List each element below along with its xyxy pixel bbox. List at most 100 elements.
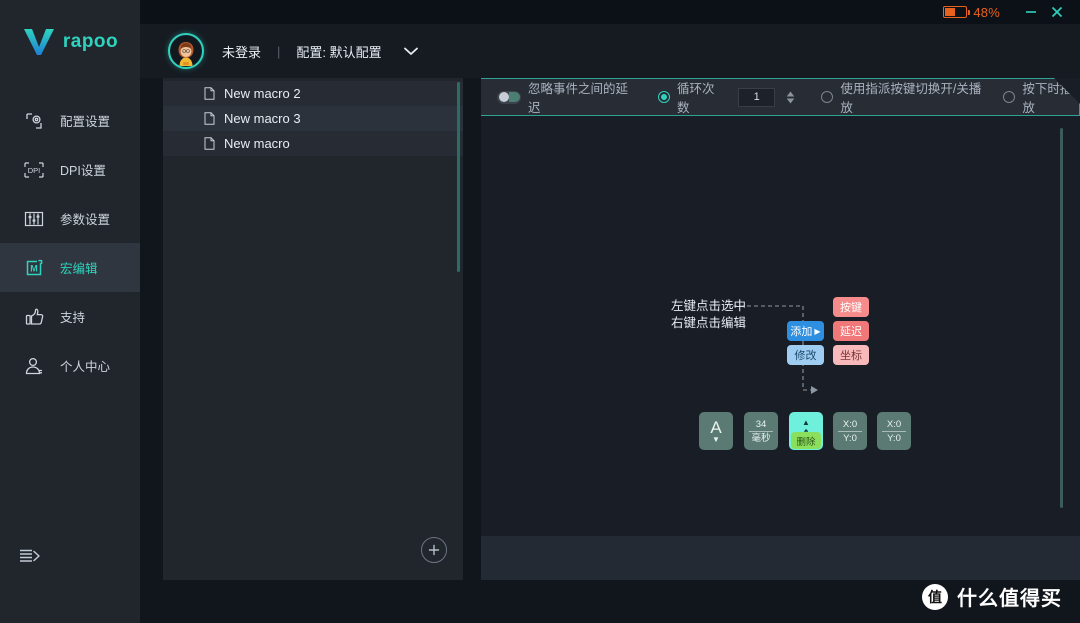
editor-footer-bar	[481, 536, 1080, 580]
list-item[interactable]: New macro	[163, 131, 463, 156]
submenu-coordinate-button[interactable]: 坐标	[833, 345, 869, 365]
watermark: 值 什么值得买	[922, 582, 1062, 611]
loop-count-control[interactable]: 循环次数 1	[658, 78, 795, 116]
toggle-key-playback-radio[interactable]	[821, 91, 833, 103]
macro-list: New macro 2 New macro 3 New macro	[163, 78, 463, 166]
sidebar-item-label: 宏编辑	[60, 262, 98, 276]
document-icon	[204, 136, 216, 151]
user-account-icon	[22, 354, 46, 378]
context-menu-add-button[interactable]: 添加 ▶	[787, 321, 824, 341]
loop-count-stepper[interactable]	[786, 91, 795, 104]
sidebar-item-label: 个人中心	[60, 360, 111, 374]
macro-list-panel: New macro 2 New macro 3 New macro	[163, 78, 463, 580]
sidebar-item-dpi-settings[interactable]: DPI DPI设置	[0, 145, 140, 194]
remove-event-button[interactable]: 删除	[791, 432, 821, 449]
document-icon	[204, 86, 216, 101]
macro-editor-panel: 忽略事件之间的延迟 循环次数 1 使用指派按键切换开/关播放 按下时播放 左键点…	[481, 78, 1080, 580]
watermark-text: 什么值得买	[957, 588, 1062, 610]
header-divider: |	[277, 43, 281, 59]
document-icon	[204, 111, 216, 126]
chevron-down-icon[interactable]	[402, 42, 420, 60]
macro-name: New macro 3	[224, 111, 301, 126]
editor-hint-text: 左键点击选中 右键点击编辑	[671, 298, 801, 332]
battery-percent-label: 48%	[973, 4, 1000, 20]
list-item[interactable]: New macro 3	[163, 106, 463, 131]
ignore-delay-control[interactable]: 忽略事件之间的延迟	[497, 78, 632, 116]
login-state-label[interactable]: 未登录	[222, 42, 261, 61]
profile-settings-icon	[22, 109, 46, 133]
title-bar: 48%	[140, 0, 1080, 24]
spinner-down-icon	[786, 98, 795, 104]
event-card-coordinate[interactable]: X:0 Y:0	[833, 412, 867, 450]
coordinate-y-label: Y:0	[843, 432, 857, 444]
submenu-delay-button[interactable]: 延迟	[833, 321, 869, 341]
dpi-settings-icon: DPI	[22, 158, 46, 182]
submenu-arrow-icon: ▶	[814, 326, 821, 336]
hold-to-play-radio[interactable]	[1003, 91, 1015, 103]
loop-count-input[interactable]: 1	[738, 88, 775, 107]
delay-unit-label: 毫秒	[751, 432, 771, 444]
brand-name: rapoo	[62, 31, 119, 52]
coordinate-x-label: X:0	[842, 418, 858, 430]
sidebar-nav: 配置设置 DPI DPI设置 参数设置 M 宏编辑 支持 个人中心	[0, 96, 140, 390]
battery-status: 48%	[943, 5, 1000, 20]
context-menu-modify-button[interactable]: 修改	[787, 345, 824, 365]
hint-line-2: 右键点击编辑	[671, 316, 747, 330]
ignore-delay-label: 忽略事件之间的延迟	[528, 82, 629, 115]
hold-to-play-label: 按下时播放	[1022, 82, 1073, 115]
add-macro-button[interactable]	[421, 537, 447, 563]
spinner-up-icon	[786, 91, 795, 97]
macro-editor-icon: M	[22, 256, 46, 280]
sidebar-item-user-account[interactable]: 个人中心	[0, 341, 140, 390]
coordinate-x-label: X:0	[886, 418, 902, 430]
toggle-key-playback-control[interactable]: 使用指派按键切换开/关播放	[821, 78, 981, 116]
hold-to-play-control[interactable]: 按下时播放	[1003, 78, 1079, 116]
event-card-coordinate[interactable]: X:0 Y:0	[877, 412, 911, 450]
canvas-scrollbar[interactable]	[1060, 128, 1063, 508]
watermark-badge: 值	[922, 583, 948, 610]
parameter-settings-icon	[22, 207, 46, 231]
svg-text:M: M	[30, 263, 38, 273]
ignore-delay-toggle[interactable]	[497, 91, 521, 104]
sidebar-item-profile-settings[interactable]: 配置设置	[0, 96, 140, 145]
rapoo-v-logo-icon	[23, 29, 54, 55]
submenu-key-button[interactable]: 按键	[833, 297, 869, 317]
key-down-arrow-icon: ▼	[712, 434, 720, 444]
minimize-button[interactable]	[1018, 0, 1044, 24]
macro-event-diagram: 左键点击选中 右键点击编辑 添加 ▶ 修改 按键 延迟 坐标 A ▼ 34 毫秒…	[481, 116, 1080, 536]
sidebar-item-label: 参数设置	[60, 213, 111, 227]
event-card-key-down[interactable]: A ▼	[699, 412, 733, 450]
sidebar-item-label: 支持	[60, 311, 86, 325]
brand-logo: rapoo	[0, 0, 140, 84]
list-item[interactable]: New macro 2	[163, 81, 463, 106]
loop-count-radio[interactable]	[658, 91, 670, 103]
event-key-label: A	[710, 417, 722, 437]
add-label: 添加	[790, 326, 813, 338]
loop-count-label: 循环次数	[677, 82, 715, 115]
macro-name: New macro 2	[224, 86, 301, 101]
application-window: 48% rapoo 配置设置 DPI DPI设置 参数设置 M 宏编辑 支持 个…	[0, 0, 1080, 623]
battery-icon	[943, 6, 971, 18]
sidebar: rapoo 配置设置 DPI DPI设置 参数设置 M 宏编辑 支持 个人中心	[0, 0, 140, 623]
account-header: 未登录 | 配置: 默认配置	[140, 24, 1080, 78]
close-button[interactable]	[1044, 0, 1070, 24]
macro-event-canvas[interactable]: 左键点击选中 右键点击编辑 添加 ▶ 修改 按键 延迟 坐标 A ▼ 34 毫秒…	[481, 116, 1080, 536]
hint-line-1: 左键点击选中	[671, 299, 747, 313]
sidebar-item-macro-editor[interactable]: M 宏编辑	[0, 243, 140, 292]
sidebar-item-support[interactable]: 支持	[0, 292, 140, 341]
macro-name: New macro	[224, 136, 290, 151]
macro-list-filler	[163, 156, 463, 166]
profile-selector-label[interactable]: 配置: 默认配置	[296, 42, 381, 61]
sidebar-item-label: DPI设置	[60, 164, 106, 178]
user-avatar-icon[interactable]	[168, 33, 204, 69]
delay-value-label: 34	[755, 418, 767, 430]
toggle-key-playback-label: 使用指派按键切换开/关播放	[840, 82, 982, 115]
coordinate-y-label: Y:0	[887, 432, 901, 444]
sidebar-item-label: 配置设置	[60, 115, 111, 129]
macro-editor-toolbar: 忽略事件之间的延迟 循环次数 1 使用指派按键切换开/关播放 按下时播放	[481, 78, 1080, 116]
event-card-delay[interactable]: 34 毫秒	[744, 412, 778, 450]
svg-text:DPI: DPI	[28, 166, 41, 175]
macro-list-scrollbar[interactable]	[457, 82, 460, 272]
collapse-sidebar-icon[interactable]	[18, 544, 48, 568]
sidebar-item-parameter-settings[interactable]: 参数设置	[0, 194, 140, 243]
